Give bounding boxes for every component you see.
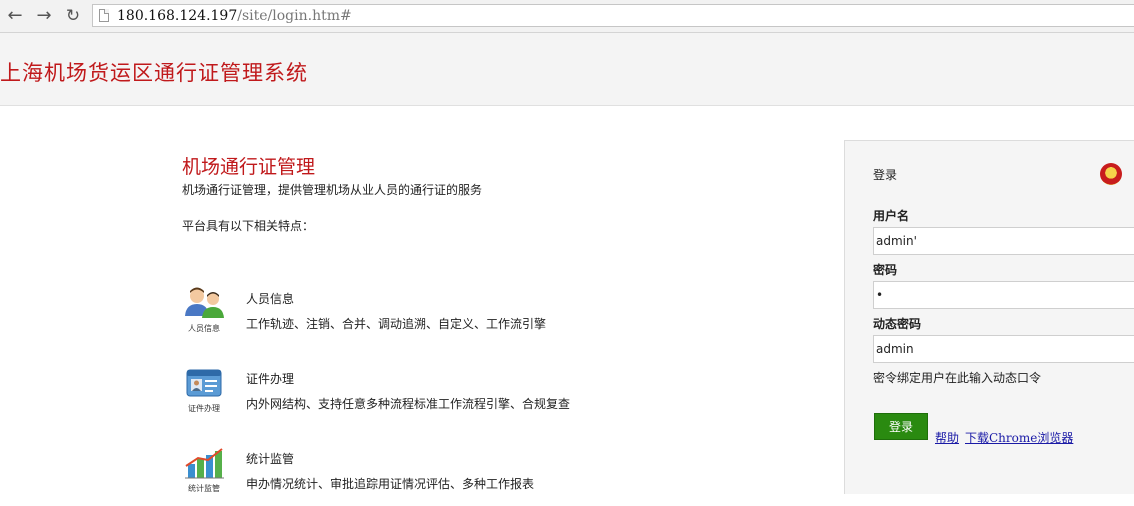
url-host: 180.168.124.197 bbox=[117, 8, 238, 24]
intro-description: 机场通行证管理，提供管理机场从业人员的通行证的服务 bbox=[182, 183, 483, 197]
site-title: 上海机场货运区通行证管理系统 bbox=[0, 61, 308, 85]
url-path: /site/login.htm# bbox=[237, 8, 352, 24]
people-icon-caption: 人员信息 bbox=[188, 324, 220, 333]
otp-label: 动态密码 bbox=[873, 317, 922, 331]
page-icon bbox=[99, 9, 109, 22]
otp-hint: 密令绑定用户在此输入动态口令 bbox=[873, 371, 1042, 385]
otp-input[interactable]: admin bbox=[873, 335, 1134, 363]
national-emblem-icon bbox=[1100, 163, 1122, 185]
login-button[interactable]: 登录 bbox=[874, 413, 928, 440]
url-text[interactable]: 180.168.124.197/site/login.htm# bbox=[117, 8, 352, 24]
back-arrow-icon[interactable]: ← bbox=[4, 5, 26, 27]
feature-description: 工作轨迹、注销、合并、调动追溯、自定义、工作流引擎 bbox=[246, 317, 547, 331]
browser-toolbar: ← → ↻ 180.168.124.197/site/login.htm# bbox=[0, 0, 1134, 33]
feature-title: 人员信息 bbox=[246, 292, 295, 306]
username-input[interactable]: admin' bbox=[873, 227, 1134, 255]
address-bar[interactable]: 180.168.124.197/site/login.htm# bbox=[92, 4, 1134, 27]
bar-chart-icon: 统计监管 bbox=[180, 446, 228, 494]
download-chrome-link[interactable]: 下载Chrome浏览器 bbox=[965, 429, 1073, 446]
username-label: 用户名 bbox=[873, 209, 910, 223]
feature-title: 统计监管 bbox=[246, 452, 295, 466]
password-label: 密码 bbox=[873, 263, 898, 277]
feature-item-statistics: 统计监管 统计监管 申办情况统计、审批追踪用证情况评估、多种工作报表 bbox=[180, 446, 800, 506]
reload-icon[interactable]: ↻ bbox=[62, 5, 84, 27]
features-heading: 平台具有以下相关特点： bbox=[182, 219, 315, 233]
people-icon: 人员信息 bbox=[180, 286, 228, 334]
feature-title: 证件办理 bbox=[246, 372, 295, 386]
id-card-icon: 证件办理 bbox=[180, 366, 228, 414]
password-input[interactable]: • bbox=[873, 281, 1134, 309]
feature-item-certificate: 证件办理 证件办理 内外网结构、支持任意多种流程标准工作流程引擎、合规复查 bbox=[180, 366, 800, 426]
bar-chart-icon-caption: 统计监管 bbox=[188, 484, 220, 493]
help-link[interactable]: 帮助 bbox=[935, 429, 959, 446]
intro-title: 机场通行证管理 bbox=[182, 156, 316, 178]
id-card-icon-caption: 证件办理 bbox=[188, 404, 220, 413]
forward-arrow-icon[interactable]: → bbox=[33, 5, 55, 27]
feature-description: 内外网结构、支持任意多种流程标准工作流程引擎、合规复查 bbox=[246, 397, 571, 411]
feature-item-people: 人员信息 人员信息 工作轨迹、注销、合并、调动追溯、自定义、工作流引擎 bbox=[180, 286, 800, 346]
feature-description: 申办情况统计、审批追踪用证情况评估、多种工作报表 bbox=[246, 477, 535, 491]
site-header: 上海机场货运区通行证管理系统 bbox=[0, 33, 1134, 106]
login-title: 登录 bbox=[873, 168, 898, 182]
login-panel: 登录 用户名 admin' 密码 • 动态密码 admin 密令绑定用户在此输入… bbox=[844, 140, 1134, 494]
